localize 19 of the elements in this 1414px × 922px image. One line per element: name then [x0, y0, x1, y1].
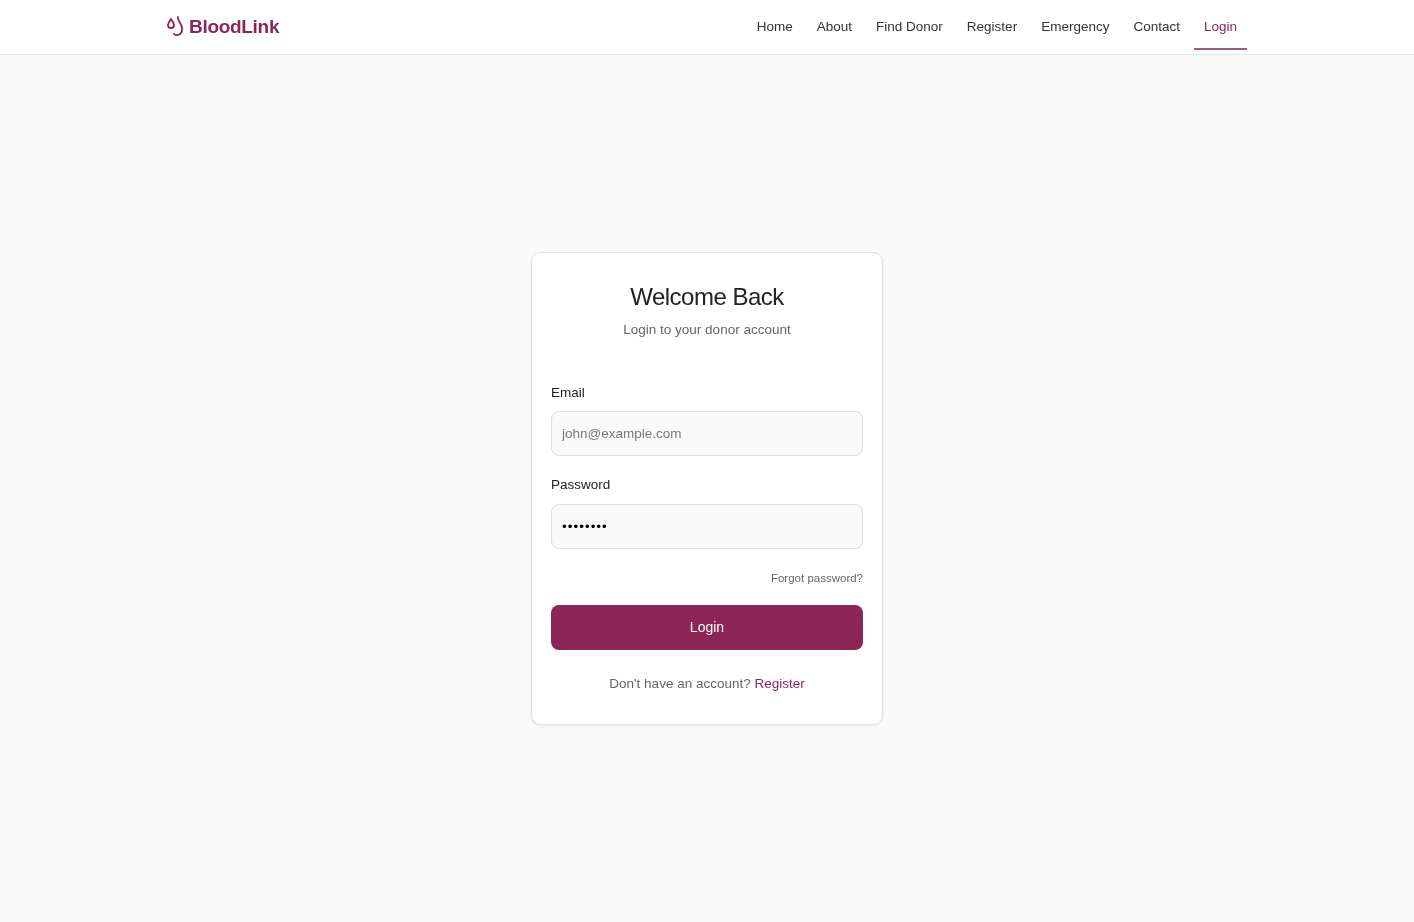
- brand-logo[interactable]: BloodLink: [189, 12, 280, 42]
- register-link[interactable]: Register: [754, 675, 805, 691]
- forgot-password-link[interactable]: Forgot password?: [770, 571, 863, 584]
- nav-link[interactable]: Emergency: [1031, 8, 1120, 51]
- nav-link[interactable]: Register: [956, 8, 1028, 51]
- login-button[interactable]: Login: [551, 604, 863, 650]
- field-label: Email: [551, 384, 585, 403]
- blood-drop-icon: [167, 16, 185, 38]
- password-field[interactable]: ••••••••: [551, 503, 863, 549]
- card-subtitle: Login to your donor account: [622, 320, 792, 339]
- nav-link[interactable]: Find Donor: [866, 8, 953, 51]
- nav-link[interactable]: Login: [1193, 8, 1247, 51]
- email-field[interactable]: john@example.com: [551, 411, 863, 457]
- footer-text: Don't have an account?: [609, 675, 752, 691]
- nav-link[interactable]: Home: [746, 8, 803, 51]
- field-label: Password: [551, 476, 611, 495]
- card-title: Welcome Back: [629, 283, 785, 312]
- nav-link[interactable]: Contact: [1123, 8, 1190, 51]
- nav-link[interactable]: About: [806, 8, 863, 51]
